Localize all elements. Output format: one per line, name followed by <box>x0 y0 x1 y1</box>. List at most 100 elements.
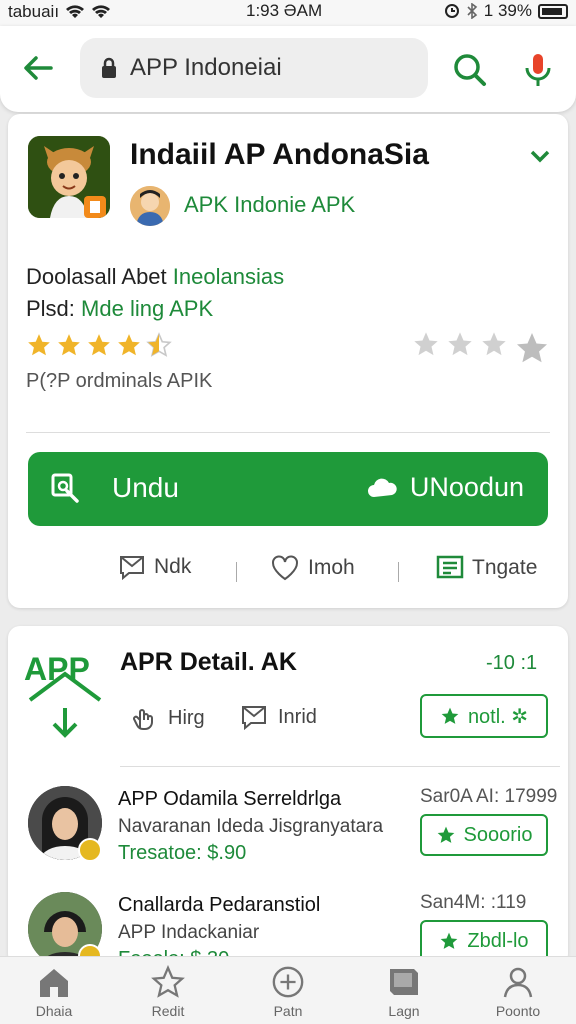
top-app-bar: APP Indoneiai <box>0 26 576 112</box>
list-item-subtitle: Navaranan Ideda Jisgranyatara <box>118 816 384 837</box>
rating-stars <box>26 332 172 358</box>
star-outline-icon[interactable] <box>514 330 550 366</box>
detail-action-1[interactable]: Hirg <box>130 704 205 732</box>
search-button[interactable] <box>448 48 492 92</box>
apr-logo-icon: APP <box>24 651 102 738</box>
list-item-date: San4M: :119 <box>420 892 527 913</box>
search-icon <box>454 54 486 86</box>
list-icon <box>436 555 464 579</box>
list-item-button[interactable]: Sooorio <box>420 814 548 856</box>
list-item-button-label: Sooorio <box>463 823 533 846</box>
book-icon <box>390 969 418 995</box>
apr-logo: APP <box>22 646 108 742</box>
nav-item-library[interactable]: Lagn <box>364 965 444 1019</box>
app-detail-card: APP APR Detail. AK -10 :1 Hirg Inrid not… <box>8 626 568 966</box>
install-left: Undu <box>50 472 179 504</box>
detail-action-1-label: Hirg <box>168 706 205 729</box>
action-details[interactable]: Tngate <box>436 554 537 582</box>
download-search-icon <box>51 473 79 503</box>
install-right: UNoodun <box>366 472 524 503</box>
mail-icon <box>120 556 144 580</box>
app-icon <box>28 136 110 218</box>
star-icon <box>151 965 185 998</box>
status-bar: tabuaiı 1:93 ƏAM 1 39% <box>0 0 576 26</box>
wifi-icon-2 <box>92 5 111 18</box>
nav-item-reviews[interactable]: Redit <box>128 965 208 1019</box>
star-icon <box>88 334 110 356</box>
developer-avatar <box>130 186 170 226</box>
developer-avatar-icon <box>130 186 170 226</box>
expand-button[interactable] <box>526 146 554 166</box>
nav-item-label: Poonto <box>495 1003 541 1019</box>
battery-icon <box>538 3 568 19</box>
list-item-title: APP Odamila Serreldrlga <box>118 788 342 810</box>
detail-action-2-label: Inrid <box>278 705 317 728</box>
info-line-3: P(?P ordminals APIK <box>26 370 213 392</box>
microphone-icon <box>525 54 551 86</box>
star-icon <box>58 334 80 356</box>
detail-action-2[interactable]: Inrid <box>240 704 317 730</box>
search-input[interactable]: APP Indoneiai <box>80 38 428 98</box>
detail-outline-button[interactable]: notl. ✲ <box>420 694 548 738</box>
star-outline-icon[interactable] <box>412 330 440 358</box>
rate-app-stars[interactable] <box>412 330 550 366</box>
nav-item-label: Dhaia <box>35 1003 73 1019</box>
mail-icon <box>242 706 266 730</box>
voice-search-button[interactable] <box>516 48 560 92</box>
info-line-2: Plsd: Mde ling APK <box>26 296 213 322</box>
info-line-1-value: Ineolansias <box>172 264 285 289</box>
separator <box>398 562 399 582</box>
bluetooth-icon <box>467 3 478 19</box>
star-icon <box>441 932 458 949</box>
verified-badge-icon <box>78 838 102 862</box>
action-details-label: Tngate <box>472 556 538 579</box>
carrier-label: tabuaiı <box>8 2 60 21</box>
action-share[interactable]: Ndk <box>118 554 191 580</box>
list-item-subtitle: APP Indackaniar <box>118 922 260 943</box>
nav-item-label: Lagn <box>388 1003 420 1019</box>
nav-item-profile[interactable]: Poonto <box>478 965 558 1019</box>
list-item-price: Tresatoe: $.90 <box>118 842 247 864</box>
list-item-title: Cnallarda Pedaranstiol <box>118 894 321 916</box>
action-wishlist[interactable]: Imoh <box>270 554 355 582</box>
person-icon <box>503 967 533 998</box>
action-share-label: Ndk <box>154 555 192 578</box>
list-item[interactable]: Cnallarda Pedaranstiol APP Indackaniar F… <box>8 892 568 966</box>
nav-item-add[interactable]: Patn <box>248 965 328 1019</box>
list-item[interactable]: APP Odamila Serreldrlga Navaranan Ideda … <box>8 786 568 886</box>
star-outline-icon[interactable] <box>480 330 508 358</box>
star-outline-icon[interactable] <box>446 330 474 358</box>
install-left-label: Undu <box>112 472 179 503</box>
app-title: Indaiil AP AndonaSia <box>130 138 429 171</box>
bottom-navigation: Dhaia Redit Patn Lagn Poonto <box>0 956 576 1024</box>
developer-name[interactable]: APK Indonie APK <box>184 192 355 218</box>
nav-item-home[interactable]: Dhaia <box>14 965 94 1019</box>
action-row: Ndk Imoh Tngate <box>28 554 548 590</box>
star-icon <box>28 334 50 356</box>
divider <box>120 766 560 767</box>
wifi-icon <box>66 5 85 18</box>
app-mascot-icon <box>28 136 110 218</box>
separator <box>236 562 237 582</box>
plus-circle-icon <box>272 966 304 998</box>
battery-percent: 1 39% <box>483 1 532 20</box>
status-right: 1 39% <box>444 1 568 21</box>
back-button[interactable] <box>18 48 58 88</box>
action-wishlist-label: Imoh <box>308 556 355 579</box>
detail-outline-button-label: notl. ✲ <box>467 705 529 728</box>
heart-icon <box>272 555 298 581</box>
detail-title: APR Detail. AK <box>120 648 297 676</box>
nav-item-label: Patn <box>273 1003 303 1019</box>
home-icon <box>40 969 68 997</box>
install-button[interactable]: Undu UNoodun <box>28 452 548 526</box>
alarm-icon <box>444 4 459 18</box>
install-right-label: UNoodun <box>409 472 524 502</box>
cloud-icon <box>367 478 397 497</box>
star-half-icon <box>146 332 172 357</box>
search-value: APP Indoneiai <box>130 54 282 81</box>
star-icon <box>441 707 459 724</box>
status-time: 1:93 ƏAM <box>246 1 323 20</box>
info-line-1: Doolasall Abet Ineolansias <box>26 264 284 290</box>
info-line-2-value: Mde ling APK <box>81 296 214 321</box>
chevron-down-icon <box>530 150 550 163</box>
